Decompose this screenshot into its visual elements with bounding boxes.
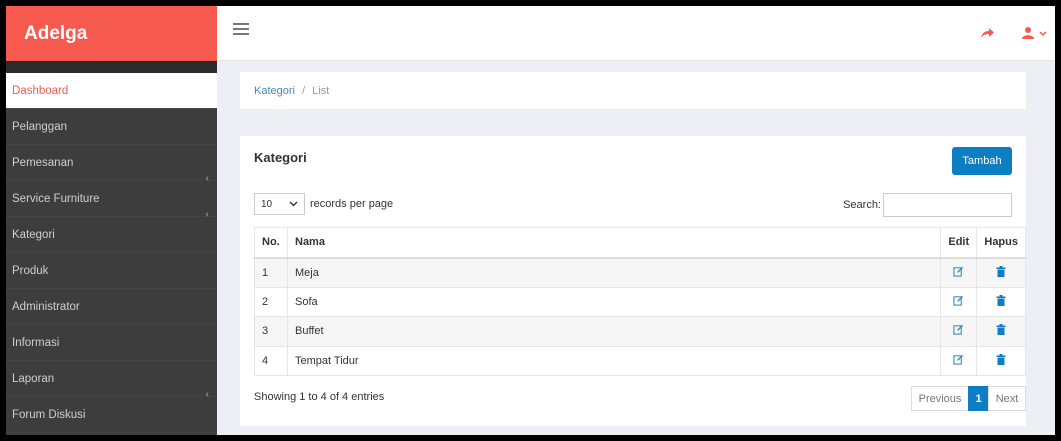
header-edit[interactable]: Edit xyxy=(940,227,978,259)
edit-cell xyxy=(940,257,978,288)
breadcrumb-separator: / xyxy=(302,85,306,97)
length-value: 10 xyxy=(261,198,273,210)
edit-cell xyxy=(940,286,978,317)
sidebar-item-laporan[interactable]: Laporan ‹ xyxy=(6,361,217,400)
table-row: 1 Meja xyxy=(254,257,1026,288)
pagination-page-1[interactable]: 1 xyxy=(968,386,989,411)
table-row: 2 Sofa xyxy=(254,286,1026,317)
cell-nama: Meja xyxy=(286,257,942,288)
sidebar-item-label: Forum Diskusi xyxy=(12,409,86,421)
trash-icon[interactable] xyxy=(996,324,1006,336)
length-suffix: records per page xyxy=(310,198,394,210)
length-select[interactable]: 10 xyxy=(254,193,305,215)
breadcrumb-link-kategori[interactable]: Kategori xyxy=(254,85,295,97)
sidebar-item-dashboard[interactable]: Dashboard xyxy=(6,73,217,109)
header-no[interactable]: No. xyxy=(254,227,288,259)
pagination-previous[interactable]: Previous xyxy=(911,386,969,411)
sidebar-item-administrator[interactable]: Administrator xyxy=(6,289,217,325)
cell-no: 2 xyxy=(254,286,288,317)
table-row: 3 Buffet xyxy=(254,316,1026,347)
sidebar-item-label: Pelanggan xyxy=(12,121,67,133)
trash-icon[interactable] xyxy=(996,353,1006,365)
table-header-row: No. Nama Edit Hapus xyxy=(254,227,1026,259)
sidebar-item-label: Informasi xyxy=(12,337,60,349)
edit-icon[interactable] xyxy=(953,295,964,306)
brand-logo[interactable]: Adelga xyxy=(6,6,217,61)
share-icon[interactable] xyxy=(979,25,995,41)
sidebar-item-label: Laporan xyxy=(12,373,55,385)
sidebar-item-label: Administrator xyxy=(12,301,80,313)
pagination: Previous 1 Next xyxy=(911,386,1026,411)
breadcrumb: Kategori / List xyxy=(240,72,1026,109)
chevron-down-icon xyxy=(289,201,298,207)
hapus-cell xyxy=(976,257,1026,288)
sidebar-strip xyxy=(6,61,217,73)
edit-icon[interactable] xyxy=(953,266,964,277)
hapus-cell xyxy=(976,316,1026,347)
trash-icon[interactable] xyxy=(996,294,1006,306)
pagination-next[interactable]: Next xyxy=(988,386,1026,411)
search-label: Search: xyxy=(843,199,881,211)
cell-no: 4 xyxy=(254,345,288,376)
kategori-table: No. Nama Edit Hapus 1 Meja 2 Sofa 3 Buff… xyxy=(254,227,1026,376)
cell-nama: Tempat Tidur xyxy=(286,345,942,376)
sidebar-item-label: Dashboard xyxy=(12,85,69,97)
sidebar-item-service-furniture[interactable]: Service Furniture ‹ xyxy=(6,181,217,220)
sidebar-item-kategori[interactable]: Kategori xyxy=(6,217,217,253)
cell-no: 1 xyxy=(254,257,288,288)
app-window: Adelga Dashboard Pelanggan Pemesanan ‹ S… xyxy=(6,6,1055,435)
trash-icon[interactable] xyxy=(996,265,1006,277)
sidebar-item-forum-diskusi[interactable]: Forum Diskusi xyxy=(6,397,217,433)
sidebar-item-pelanggan[interactable]: Pelanggan xyxy=(6,109,217,145)
hamburger-icon[interactable] xyxy=(233,23,249,39)
user-icon[interactable] xyxy=(1021,25,1049,41)
tambah-button[interactable]: Tambah xyxy=(952,147,1012,175)
search-input[interactable] xyxy=(883,193,1012,217)
hapus-cell xyxy=(976,345,1026,376)
sidebar-item-label: Service Furniture xyxy=(12,193,100,205)
sidebar-item-label: Produk xyxy=(12,265,49,277)
top-navbar xyxy=(217,6,1055,61)
header-nama[interactable]: Nama xyxy=(286,227,942,259)
records-per-page: 10 records per page xyxy=(254,193,393,215)
edit-cell xyxy=(940,316,978,347)
sidebar: Dashboard Pelanggan Pemesanan ‹ Service … xyxy=(6,61,217,435)
panel-title: Kategori xyxy=(254,150,307,165)
sidebar-item-informasi[interactable]: Informasi xyxy=(6,325,217,361)
sidebar-item-label: Pemesanan xyxy=(12,157,74,169)
search-box: Search: xyxy=(843,193,1012,217)
sidebar-item-label: Kategori xyxy=(12,229,55,241)
sidebar-item-pemesanan[interactable]: Pemesanan ‹ xyxy=(6,145,217,184)
edit-icon[interactable] xyxy=(953,324,964,335)
hapus-cell xyxy=(976,286,1026,317)
kategori-panel: Kategori Tambah 10 records per page Sear… xyxy=(240,136,1026,426)
edit-cell xyxy=(940,345,978,376)
cell-nama: Sofa xyxy=(286,286,942,317)
edit-icon[interactable] xyxy=(953,354,964,365)
breadcrumb-current: List xyxy=(312,85,330,97)
table-info: Showing 1 to 4 of 4 entries xyxy=(254,391,385,403)
sidebar-item-produk[interactable]: Produk xyxy=(6,253,217,289)
table-row: 4 Tempat Tidur xyxy=(254,345,1026,376)
header-hapus[interactable]: Hapus xyxy=(976,227,1026,259)
cell-no: 3 xyxy=(254,316,288,347)
cell-nama: Buffet xyxy=(286,316,942,347)
